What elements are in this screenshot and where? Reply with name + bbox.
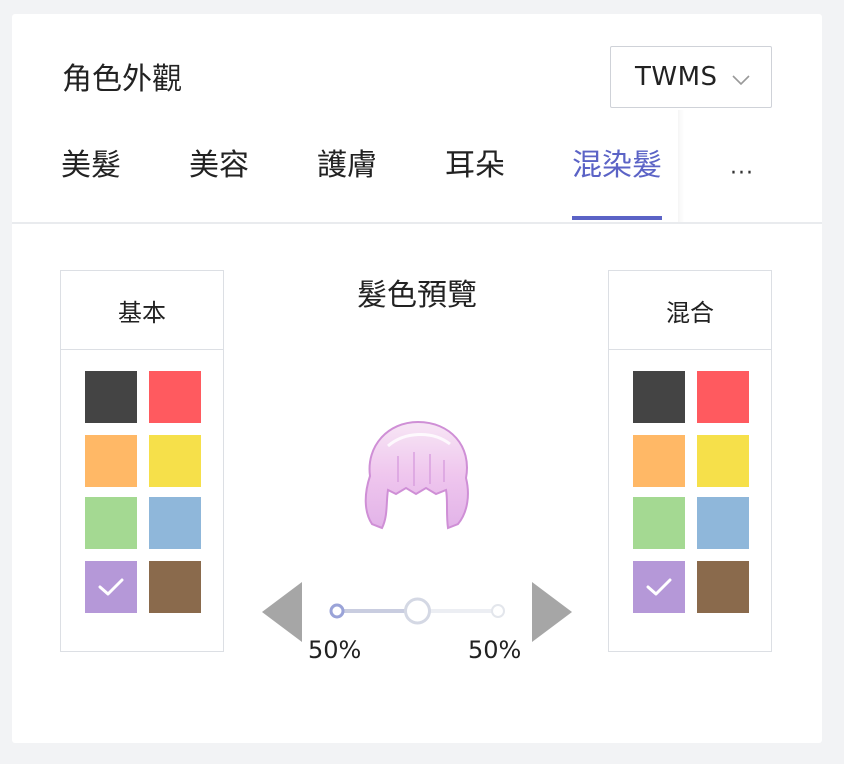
region-select[interactable]: TWMS [610, 46, 772, 108]
tab-face[interactable]: 美容 [189, 146, 249, 220]
base-swatch-yellow[interactable] [149, 435, 201, 487]
mix-swatch-blue[interactable] [697, 497, 749, 549]
tab-ears[interactable]: 耳朵 [445, 146, 505, 220]
mix-swatch-yellow[interactable] [697, 435, 749, 487]
tab-mix-dye[interactable]: 混染髮 [572, 146, 662, 220]
check-icon [646, 578, 672, 596]
hair-preview-image [352, 416, 482, 538]
base-swatch-brown[interactable] [149, 561, 201, 613]
appearance-card: 角色外觀 TWMS 美髮 美容 護膚 耳朵 混染髮 ··· 基本 髮色預覽 50… [12, 14, 822, 743]
base-swatch-purple[interactable] [85, 561, 137, 613]
mix-panel-title: 混合 [609, 271, 771, 350]
mix-swatch-black[interactable] [633, 371, 685, 423]
base-swatch-black[interactable] [85, 371, 137, 423]
arrow-right-icon[interactable] [530, 582, 572, 646]
base-swatch-blue[interactable] [149, 497, 201, 549]
right-color-percent: 50% [468, 636, 522, 664]
region-select-value: TWMS [635, 62, 718, 92]
mix-ratio-slider[interactable] [324, 596, 516, 626]
more-label: ··· [730, 160, 754, 186]
base-color-panel: 基本 [60, 270, 224, 652]
base-swatch-orange[interactable] [85, 435, 137, 487]
arrow-left-icon[interactable] [262, 582, 304, 646]
left-color-percent: 50% [308, 636, 362, 664]
check-icon [98, 578, 124, 596]
tab-skin[interactable]: 護膚 [317, 146, 377, 220]
tab-hair[interactable]: 美髮 [61, 146, 121, 220]
chevron-down-icon [731, 71, 751, 90]
mix-swatch-red[interactable] [697, 371, 749, 423]
tab-more-button[interactable]: ··· [712, 138, 772, 208]
base-swatch-green[interactable] [85, 497, 137, 549]
mix-swatch-orange[interactable] [633, 435, 685, 487]
tab-bar: 美髮 美容 護膚 耳朵 混染髮 ··· [12, 138, 822, 224]
page-title: 角色外觀 [62, 62, 182, 97]
mix-swatch-purple[interactable] [633, 561, 685, 613]
mix-swatch-brown[interactable] [697, 561, 749, 613]
mix-swatch-green[interactable] [633, 497, 685, 549]
mix-color-panel: 混合 [608, 270, 772, 652]
base-swatch-red[interactable] [149, 371, 201, 423]
